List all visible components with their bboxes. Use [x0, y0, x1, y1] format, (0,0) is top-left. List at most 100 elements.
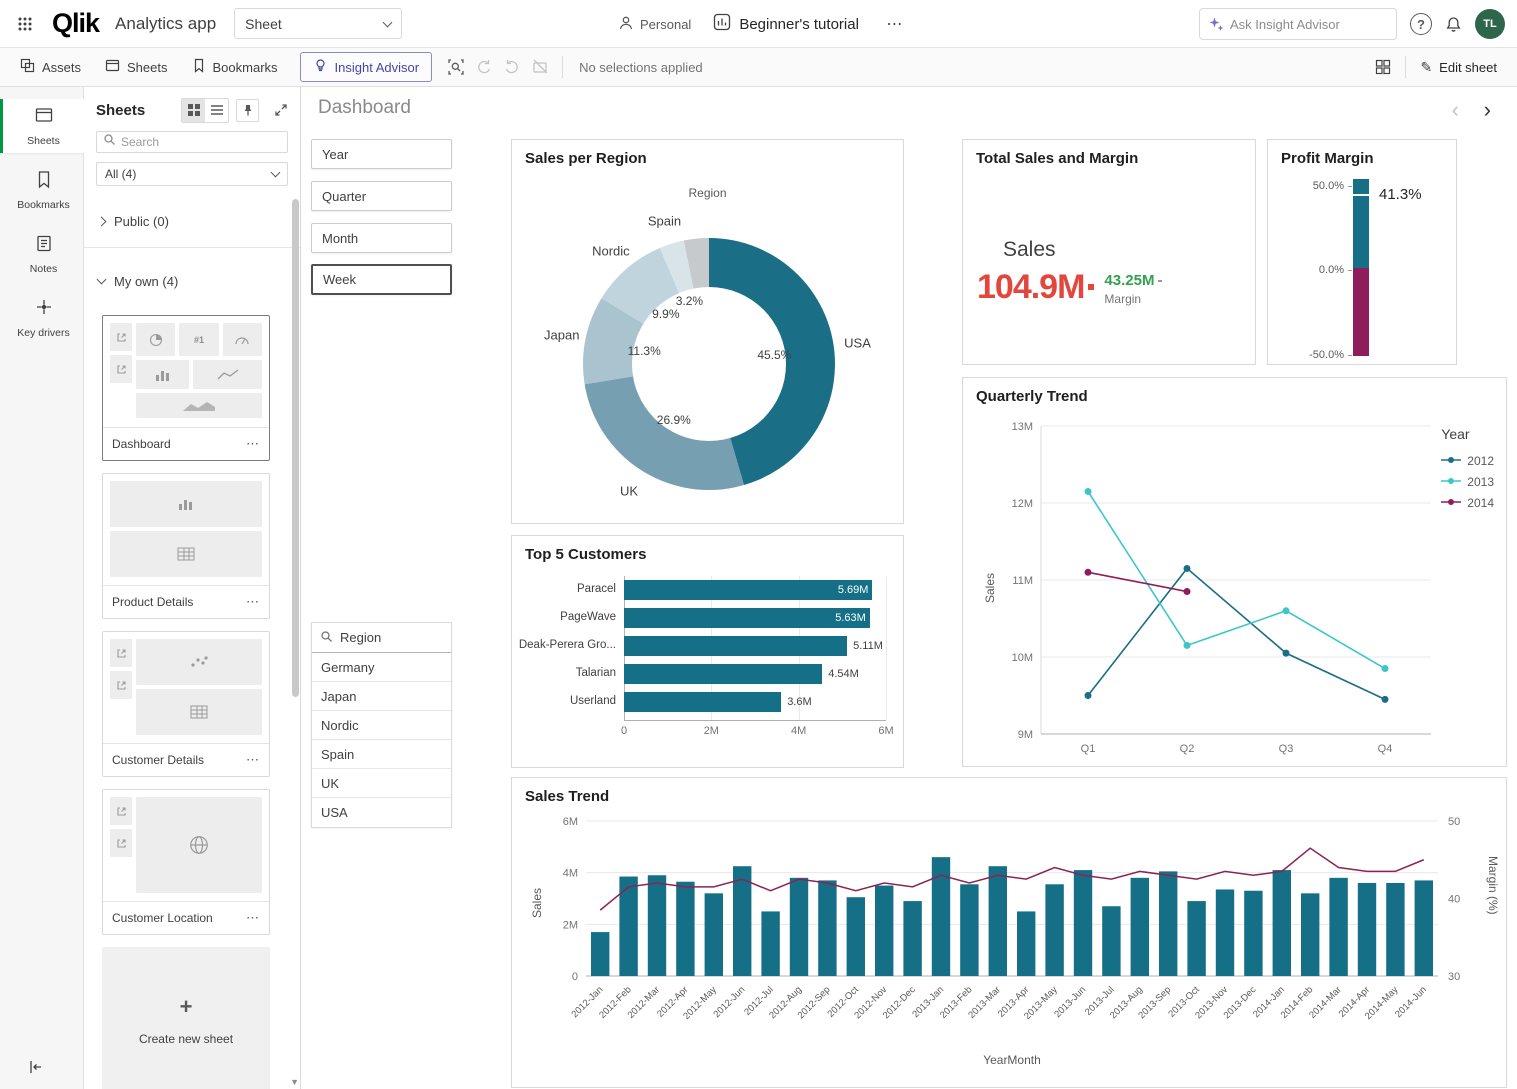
sheets-search-box[interactable] [96, 131, 288, 153]
scroll-down-icon[interactable]: ▼ [290, 1077, 299, 1087]
bar[interactable] [624, 692, 781, 712]
next-sheet-button[interactable]: › [1484, 97, 1491, 123]
region-item-uk[interactable]: UK [312, 769, 451, 798]
step-forward-icon[interactable] [498, 48, 526, 87]
list-view-icon[interactable] [205, 99, 228, 122]
chart-title: Total Sales and Margin [976, 150, 1138, 167]
edit-sheet-button[interactable]: ✎ Edit sheet [1414, 59, 1503, 76]
region-listbox-header[interactable]: Region [312, 623, 451, 653]
smart-search-icon[interactable] [442, 48, 470, 87]
chart-plot-area[interactable]: 13M12M11M10M9MQ1Q2Q3Q4 [963, 378, 1508, 768]
ask-insight-advisor-input[interactable] [1230, 10, 1390, 38]
kpi-total-sales-and-margin[interactable]: Total Sales and Margin Sales 104.9M 43.2… [962, 139, 1256, 365]
donut-slice-label: Spain [648, 213, 681, 228]
sheets-button[interactable]: Sheets [93, 48, 179, 87]
create-new-sheet-button[interactable]: + Create new sheet [102, 947, 270, 1089]
section-public[interactable]: Public (0) [84, 205, 301, 237]
sheet-card-dashboard[interactable]: #1Dashboard⋯ [102, 315, 270, 461]
collapse-rail-icon[interactable] [28, 1059, 44, 1075]
region-item-japan[interactable]: Japan [312, 682, 451, 711]
thumbnail-tile [110, 797, 132, 825]
assets-button[interactable]: Assets [8, 48, 93, 87]
donut-value-label: 45.5% [757, 348, 791, 362]
filter-button-year[interactable]: Year [311, 139, 452, 169]
sheet-layout-grid-icon[interactable] [1369, 48, 1397, 87]
gauge-negative-segment [1353, 268, 1369, 357]
filter-button-week[interactable]: Week [311, 264, 452, 295]
sheet-card-more-icon[interactable]: ⋯ [246, 436, 260, 452]
x-axis-tick: 6M [874, 725, 898, 737]
lightbulb-icon [313, 58, 328, 76]
bookmarks-button[interactable]: Bookmarks [180, 48, 290, 87]
region-item-usa[interactable]: USA [312, 798, 451, 827]
donut-chart[interactable] [583, 238, 835, 490]
app-launcher-grid-icon[interactable] [8, 7, 42, 41]
bar-value-label: 5.11M [853, 640, 883, 652]
space-selector[interactable]: Personal [618, 15, 691, 34]
previous-sheet-button[interactable]: ‹ [1452, 97, 1459, 123]
chart-quarterly-trend[interactable]: Quarterly Trend Sales Year 201220132014 … [962, 377, 1507, 767]
sheet-card-title-row: Customer Details ⋯ [103, 743, 269, 776]
filter-button-quarter[interactable]: Quarter [311, 181, 452, 211]
gauge-axis-tick: -50.0% [1284, 349, 1344, 361]
pin-panel-icon[interactable] [236, 99, 259, 122]
selections-status: No selections applied [579, 60, 703, 75]
notifications-bell-icon[interactable] [1445, 16, 1462, 33]
svg-text:50: 50 [1448, 816, 1460, 828]
search-icon [103, 133, 116, 151]
help-button[interactable]: ? [1410, 13, 1432, 35]
sheet-card-more-icon[interactable]: ⋯ [246, 910, 260, 926]
rail-item-sheets[interactable]: Sheets [0, 99, 84, 153]
section-my-own[interactable]: My own (4) [84, 265, 301, 297]
app-title[interactable]: Beginner's tutorial [713, 13, 859, 35]
clear-selections-icon[interactable] [526, 48, 554, 87]
donut-slice-label: UK [620, 483, 638, 498]
thumbnail-tile: #1 [179, 323, 218, 356]
bar[interactable] [624, 636, 847, 656]
thumbnail-tile [223, 323, 262, 356]
bar[interactable] [624, 664, 822, 684]
panel-scrollbar[interactable] [292, 199, 299, 697]
region-listbox-title: Region [340, 630, 381, 645]
sheet-card-more-icon[interactable]: ⋯ [246, 594, 260, 610]
user-avatar[interactable]: TL [1475, 9, 1505, 39]
sheets-search-input[interactable] [121, 135, 271, 149]
x-axis-line [624, 720, 886, 721]
ask-insight-advisor-search[interactable] [1199, 8, 1397, 40]
chart-top-5-customers[interactable]: Top 5 Customers 02M4M6MParacel5.69MPageW… [511, 535, 904, 768]
sheet-card-customer-location[interactable]: Customer Location⋯ [102, 789, 270, 935]
rail-item-bookmarks[interactable]: Bookmarks [0, 163, 84, 217]
svg-text:2M: 2M [563, 919, 578, 931]
toolbar: Assets Sheets Bookmarks Insight Advisor … [0, 48, 1517, 87]
filter-button-month[interactable]: Month [311, 223, 452, 253]
sheet-card-customer-details[interactable]: Customer Details ⋯ [102, 631, 270, 777]
region-item-germany[interactable]: Germany [312, 653, 451, 682]
sheets-filter-dropdown[interactable]: All (4) [96, 162, 288, 186]
grid-view-icon[interactable] [182, 99, 205, 122]
topbar-center: Personal Beginner's tutorial ⋯ [618, 0, 909, 48]
sheet-card-product-details[interactable]: Product Details⋯ [102, 473, 270, 619]
sheet-selector-dropdown[interactable]: Sheet [234, 8, 402, 39]
thumbnail-tile [136, 797, 262, 893]
notes-icon [35, 234, 53, 258]
sheet-thumbnail [103, 632, 269, 743]
region-item-nordic[interactable]: Nordic [312, 711, 451, 740]
rail-item-key-drivers[interactable]: Key drivers [0, 291, 84, 345]
expand-panel-icon[interactable] [269, 99, 292, 122]
region-item-spain[interactable]: Spain [312, 740, 451, 769]
bar-value-label: 5.69M [828, 584, 868, 596]
sheet-card-more-icon[interactable]: ⋯ [246, 752, 260, 768]
rail-item-notes[interactable]: Notes [0, 227, 84, 281]
chart-sales-per-region[interactable]: Sales per Region Region 45.5%USA26.9%UK1… [511, 139, 904, 524]
chart-sales-trend[interactable]: Sales Trend Sales Margin (%) 6M4M2M05040… [511, 777, 1507, 1088]
kpi-primary-value: 104.9M [977, 270, 1094, 304]
bar-category-label: Deak-Perera Gro... [512, 639, 616, 651]
chart-plot-area[interactable]: 6M4M2M05040302012-Jan2012-Feb2012-Mar201… [512, 778, 1506, 1087]
insight-advisor-button[interactable]: Insight Advisor [300, 52, 433, 82]
step-back-icon[interactable] [470, 48, 498, 87]
topbar: Qlik Analytics app Sheet Personal Beginn… [0, 0, 1517, 48]
gauge-profit-margin[interactable]: Profit Margin 50.0%0.0%-50.0% 41.3% [1267, 139, 1457, 365]
more-options-button[interactable]: ⋯ [881, 10, 909, 38]
bar-category-label: PageWave [512, 611, 616, 623]
sheet-card-title: Customer Details [112, 753, 204, 767]
